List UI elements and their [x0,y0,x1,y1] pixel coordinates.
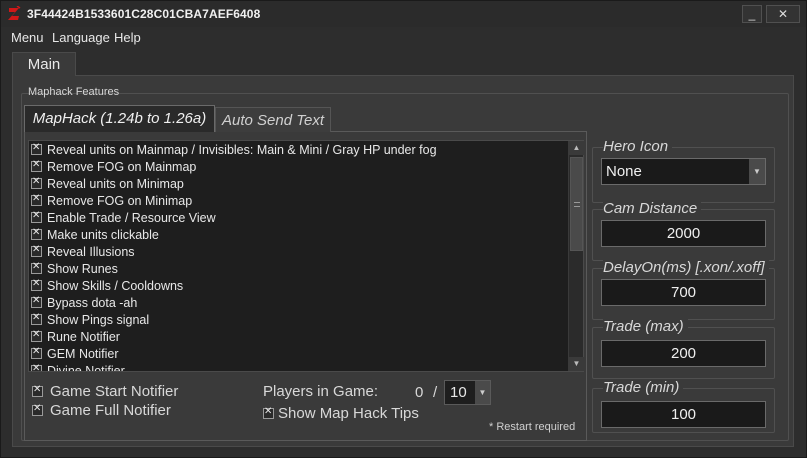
players-in-game-label: Players in Game: [263,383,379,400]
list-item[interactable]: GEM Notifier [31,345,119,362]
scrollbar-thumb[interactable] [570,157,583,251]
game-full-notifier-option[interactable]: Game Full Notifier [32,402,171,419]
arrow-up-icon[interactable]: ▲ [569,141,584,155]
hero-icon-label: Hero Icon [603,138,673,155]
players-max-value: 10 [450,384,467,401]
window-title: 3F44424B1533601C28C01CBA7AEF6408 [27,7,261,21]
minimize-button[interactable]: _ [742,5,762,23]
feature-list[interactable]: Reveal units on Mainmap / Invisibles: Ma… [28,140,584,372]
list-item[interactable]: Make units clickable [31,226,159,243]
list-item[interactable]: Divine Notifier [31,362,125,372]
checkbox[interactable] [31,227,42,240]
list-item-label: Divine Notifier [47,363,125,372]
checkbox[interactable] [263,406,274,419]
players-current-count: 0 [415,384,424,401]
list-item-label: Show Runes [47,261,118,276]
list-item-label: Rune Notifier [47,329,120,344]
checkbox[interactable] [31,329,42,342]
list-item[interactable]: Remove FOG on Minimap [31,192,192,209]
list-item[interactable]: Show Pings signal [31,311,149,328]
menu-item-language[interactable]: Language [52,30,110,45]
list-item-label: Reveal units on Mainmap / Invisibles: Ma… [47,142,437,157]
list-item[interactable]: Reveal units on Minimap [31,175,184,192]
app-window: 3F44424B1533601C28C01CBA7AEF6408 _ ✕ Men… [0,0,807,458]
menu-item-menu[interactable]: Menu [11,30,44,45]
checkbox[interactable] [31,261,42,274]
hero-icon-select[interactable]: None ▼ [601,158,766,185]
list-item-label: Enable Trade / Resource View [47,210,216,225]
list-item[interactable]: Rune Notifier [31,328,120,345]
arrow-down-icon[interactable]: ▼ [569,357,584,371]
group-label: Maphack Features [28,86,120,98]
trade-max-label: Trade (max) [603,318,688,335]
delay-on-input[interactable]: 700 [601,279,766,306]
trade-max-input[interactable]: 200 [601,340,766,367]
list-item[interactable]: Show Runes [31,260,118,277]
list-item-label: Remove FOG on Minimap [47,193,193,208]
list-item[interactable]: Bypass dota -ah [31,294,137,311]
delay-on-label: DelayOn(ms) [.xon/.xoff] [603,259,769,276]
close-button[interactable]: ✕ [766,5,800,23]
hero-icon-value: None [606,163,642,180]
list-item[interactable]: Show Skills / Cooldowns [31,277,183,294]
list-item-label: Reveal units on Minimap [47,176,184,191]
checkbox[interactable] [31,210,42,223]
list-item-label: Show Pings signal [47,312,150,327]
players-separator: / [433,384,438,401]
trade-min-input[interactable]: 100 [601,401,766,428]
list-item-label: Remove FOG on Mainmap [47,159,197,174]
list-item[interactable]: Enable Trade / Resource View [31,209,216,226]
list-item-label: Show Skills / Cooldowns [47,278,184,293]
checkbox[interactable] [31,363,42,371]
checkbox[interactable] [31,295,42,308]
checkbox[interactable] [31,159,42,172]
game-start-notifier-option[interactable]: Game Start Notifier [32,383,178,400]
game-start-notifier-label: Game Start Notifier [50,383,179,400]
app-logo-icon [8,6,21,20]
checkbox[interactable] [32,403,43,416]
checkbox[interactable] [31,142,42,155]
checkbox[interactable] [31,346,42,359]
list-item-label: Bypass dota -ah [47,295,138,310]
checkbox[interactable] [31,193,42,206]
chevron-down-icon[interactable]: ▼ [475,381,490,404]
title-bar[interactable]: 3F44424B1533601C28C01CBA7AEF6408 _ ✕ [1,1,806,27]
list-item[interactable]: Reveal Illusions [31,243,135,260]
list-item[interactable]: Reveal units on Mainmap / Invisibles: Ma… [31,141,437,158]
players-max-select[interactable]: 10 ▼ [444,380,491,405]
checkbox[interactable] [31,244,42,257]
list-item[interactable]: Remove FOG on Mainmap [31,158,196,175]
checkbox[interactable] [32,384,43,397]
show-map-hack-tips-label: Show Map Hack Tips [278,405,419,422]
feature-list-scrollbar[interactable]: ▲ ▼ [568,141,584,371]
checkbox[interactable] [31,312,42,325]
tab-main[interactable]: Main [12,52,76,76]
tab-auto-send-text[interactable]: Auto Send Text [215,107,331,132]
list-item-label: GEM Notifier [47,346,119,361]
checkbox[interactable] [31,176,42,189]
checkbox[interactable] [31,278,42,291]
list-item-label: Make units clickable [47,227,159,242]
cam-distance-input[interactable]: 2000 [601,220,766,247]
tab-maphack[interactable]: MapHack (1.24b to 1.26a) [24,105,215,132]
restart-required-note: * Restart required [489,421,576,433]
game-full-notifier-label: Game Full Notifier [50,402,171,419]
trade-min-label: Trade (min) [603,379,684,396]
chevron-down-icon[interactable]: ▼ [749,159,765,184]
menu-item-help[interactable]: Help [114,30,141,45]
grip-icon [574,202,580,207]
cam-distance-label: Cam Distance [603,200,702,217]
list-item-label: Reveal Illusions [47,244,135,259]
show-map-hack-tips-option[interactable]: Show Map Hack Tips [263,405,419,422]
